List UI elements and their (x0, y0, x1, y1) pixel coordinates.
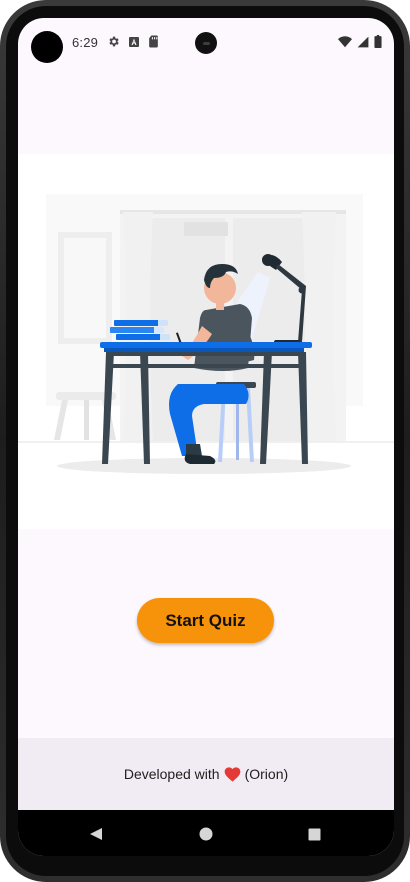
recents-icon (308, 828, 320, 840)
credit-suffix: (Orion) (244, 766, 289, 782)
start-quiz-button[interactable]: Start Quiz (137, 598, 274, 643)
battery-icon (374, 35, 382, 48)
gear-icon (109, 36, 119, 47)
developer-credit: Developed with (Orion) (124, 766, 288, 782)
phone-frame: 6:29 Start Quiz Developed with (Orion) (0, 0, 410, 882)
camera-punch-hole (31, 31, 63, 63)
back-button[interactable] (78, 816, 114, 852)
credit-prefix: Developed with (123, 766, 220, 782)
screen: 6:29 Start Quiz Developed with (Orion) (18, 18, 394, 856)
system-status-icons (338, 35, 382, 48)
home-icon (199, 827, 213, 841)
front-camera (195, 32, 217, 54)
studying-illustration (18, 154, 394, 529)
wifi-icon (338, 35, 352, 47)
notification-icons (107, 35, 159, 48)
back-icon (90, 828, 102, 840)
navigation-bar (18, 810, 394, 856)
sd-card-icon (149, 35, 158, 48)
person-studying-at-desk-illustration (18, 194, 394, 474)
home-button[interactable] (188, 816, 224, 852)
footer: Developed with (Orion) (18, 738, 394, 810)
status-bar: 6:29 (18, 18, 394, 68)
status-time: 6:29 (72, 35, 99, 50)
signal-icon (357, 36, 369, 47)
heart-icon (224, 766, 240, 782)
recents-button[interactable] (296, 816, 332, 852)
font-a-icon (129, 36, 139, 47)
